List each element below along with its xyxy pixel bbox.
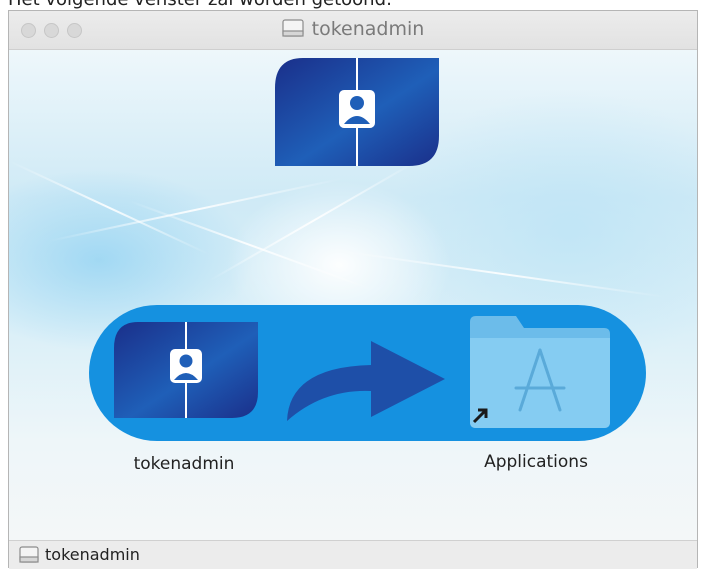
app-label: tokenadmin	[133, 454, 235, 474]
finder-window: tokenadmin tokenadmin Applications token…	[8, 10, 698, 569]
app-logo	[275, 58, 439, 166]
window-title-text: tokenadmin	[311, 18, 425, 40]
title-bar[interactable]: tokenadmin	[9, 11, 697, 50]
applications-label: Applications	[484, 452, 588, 472]
installer-background: tokenadmin Applications	[9, 50, 697, 540]
arrow-icon	[287, 341, 445, 421]
app-icon[interactable]	[114, 322, 258, 418]
applications-folder-icon[interactable]	[464, 310, 614, 432]
status-drive-icon	[19, 546, 39, 563]
status-bar: tokenadmin	[9, 540, 697, 569]
status-text: tokenadmin	[45, 545, 140, 564]
drive-icon	[282, 19, 304, 37]
window-title: tokenadmin	[9, 18, 697, 40]
